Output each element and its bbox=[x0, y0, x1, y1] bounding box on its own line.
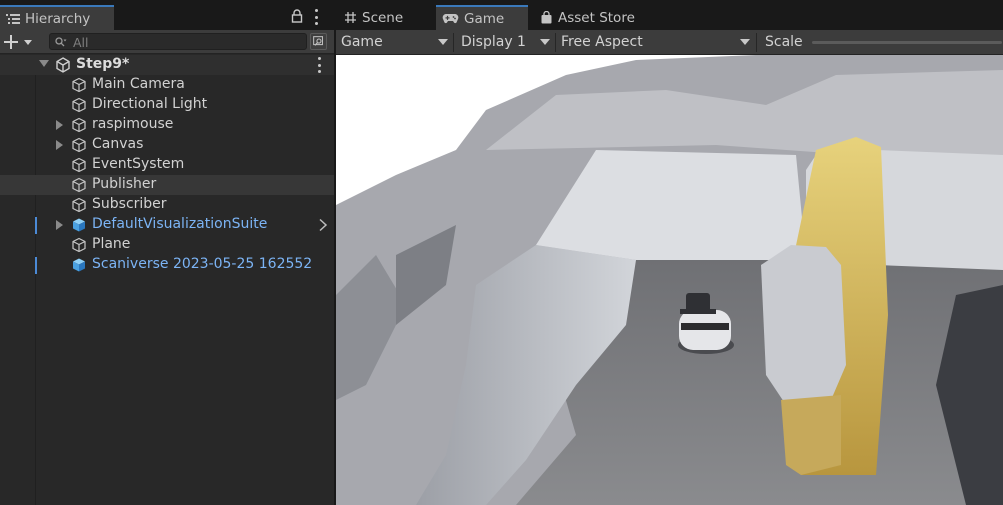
hierarchy-item-label: Scaniverse 2023-05-25 162552 bbox=[92, 256, 313, 272]
tab-scene[interactable]: Scene bbox=[338, 5, 432, 30]
game-viewport[interactable] bbox=[336, 55, 1003, 505]
scale-slider[interactable] bbox=[812, 41, 1002, 44]
view-mode-dropdown[interactable]: Game bbox=[341, 30, 449, 54]
dropdown-caret-icon bbox=[540, 39, 550, 45]
expand-arrow-icon[interactable] bbox=[56, 120, 63, 130]
gameobject-cube-icon bbox=[72, 77, 86, 93]
gameobject-cube-icon bbox=[72, 237, 86, 253]
display-value: Display 1 bbox=[461, 34, 526, 50]
collapse-arrow-icon[interactable] bbox=[39, 60, 49, 67]
hierarchy-list-icon bbox=[6, 13, 20, 24]
gameobject-cube-icon bbox=[72, 117, 86, 133]
tab-hierarchy-label: Hierarchy bbox=[25, 10, 91, 27]
hierarchy-item-label: raspimouse bbox=[92, 116, 174, 132]
hierarchy-item-label: EventSystem bbox=[92, 156, 185, 172]
hierarchy-item-label: Canvas bbox=[92, 136, 144, 152]
toolbar-separator bbox=[555, 33, 556, 52]
hierarchy-item-label: Main Camera bbox=[92, 76, 185, 92]
scene-menu-icon[interactable] bbox=[317, 57, 321, 73]
hierarchy-item-canvas[interactable]: Canvas bbox=[0, 135, 334, 155]
game-tab-bar: Scene Game Asset Store bbox=[336, 0, 1003, 30]
scene-search-filter-icon[interactable] bbox=[310, 33, 327, 50]
grid-icon bbox=[345, 12, 356, 23]
toolbar-separator bbox=[453, 33, 454, 52]
search-icon bbox=[55, 37, 67, 47]
add-object-button[interactable] bbox=[3, 33, 37, 51]
tab-scene-label: Scene bbox=[362, 9, 404, 26]
hierarchy-item-label: DefaultVisualizationSuite bbox=[92, 216, 268, 232]
gameobject-cube-icon bbox=[72, 197, 86, 213]
hierarchy-item-defaultvisualizationsuite[interactable]: DefaultVisualizationSuite bbox=[0, 215, 334, 235]
hierarchy-item-raspimouse[interactable]: raspimouse bbox=[0, 115, 334, 135]
tab-game-label: Game bbox=[464, 10, 505, 27]
hierarchy-item-subscriber[interactable]: Subscriber bbox=[0, 195, 334, 215]
hierarchy-panel: Hierarchy All Step9* Main Camera Directi… bbox=[0, 0, 334, 505]
scene-row-step9[interactable]: Step9* bbox=[0, 55, 334, 75]
game-render-image bbox=[336, 55, 1003, 505]
aspect-dropdown[interactable]: Free Aspect bbox=[561, 30, 751, 54]
gameobject-cube-icon bbox=[72, 157, 86, 173]
game-toolbar: Game Display 1 Free Aspect Scale bbox=[336, 30, 1003, 55]
prefab-cube-icon bbox=[73, 258, 85, 272]
expand-arrow-icon[interactable] bbox=[56, 220, 63, 230]
tab-game[interactable]: Game bbox=[436, 5, 528, 30]
aspect-value: Free Aspect bbox=[561, 34, 643, 50]
tab-hierarchy[interactable]: Hierarchy bbox=[0, 5, 114, 30]
search-input[interactable]: All bbox=[49, 33, 307, 50]
hierarchy-item-label: Directional Light bbox=[92, 96, 208, 112]
hierarchy-menu-icon[interactable] bbox=[314, 9, 318, 25]
dropdown-caret-icon bbox=[438, 39, 448, 45]
prefab-override-marker bbox=[35, 217, 37, 234]
scale-label-text: Scale bbox=[765, 34, 803, 50]
tab-asset-store-label: Asset Store bbox=[558, 9, 635, 26]
gameobject-cube-icon bbox=[72, 97, 86, 113]
gamepad-icon bbox=[442, 14, 459, 24]
game-panel: Scene Game Asset Store Game Display 1 Fr… bbox=[336, 0, 1003, 505]
view-mode-value: Game bbox=[341, 34, 383, 50]
hierarchy-item-publisher[interactable]: Publisher bbox=[0, 175, 334, 195]
hierarchy-item-plane[interactable]: Plane bbox=[0, 235, 334, 255]
shopping-bag-icon bbox=[541, 11, 552, 24]
expand-arrow-icon[interactable] bbox=[56, 140, 63, 150]
lock-icon[interactable] bbox=[291, 9, 303, 23]
hierarchy-item-main-camera[interactable]: Main Camera bbox=[0, 75, 334, 95]
hierarchy-item-label: Subscriber bbox=[92, 196, 167, 212]
scene-name: Step9* bbox=[76, 56, 130, 72]
dropdown-caret-icon bbox=[740, 39, 750, 45]
hierarchy-tab-bar: Hierarchy bbox=[0, 0, 334, 30]
hierarchy-item-directional-light[interactable]: Directional Light bbox=[0, 95, 334, 115]
prefab-override-marker bbox=[35, 257, 37, 274]
hierarchy-item-label: Plane bbox=[92, 236, 131, 252]
chevron-right-icon[interactable] bbox=[318, 218, 328, 232]
unity-scene-icon bbox=[56, 57, 70, 73]
toolbar-separator bbox=[756, 33, 757, 52]
hierarchy-item-eventsystem[interactable]: EventSystem bbox=[0, 155, 334, 175]
hierarchy-item-scaniverse[interactable]: Scaniverse 2023-05-25 162552 bbox=[0, 255, 334, 275]
tab-asset-store[interactable]: Asset Store bbox=[534, 5, 654, 30]
scale-label: Scale bbox=[765, 30, 803, 54]
prefab-cube-icon bbox=[73, 218, 85, 232]
gameobject-cube-icon bbox=[72, 137, 86, 153]
hierarchy-item-label: Publisher bbox=[92, 176, 157, 192]
hierarchy-toolbar: All bbox=[0, 30, 334, 54]
display-dropdown[interactable]: Display 1 bbox=[461, 30, 551, 54]
search-placeholder: All bbox=[73, 35, 89, 50]
gameobject-cube-icon bbox=[72, 177, 86, 193]
